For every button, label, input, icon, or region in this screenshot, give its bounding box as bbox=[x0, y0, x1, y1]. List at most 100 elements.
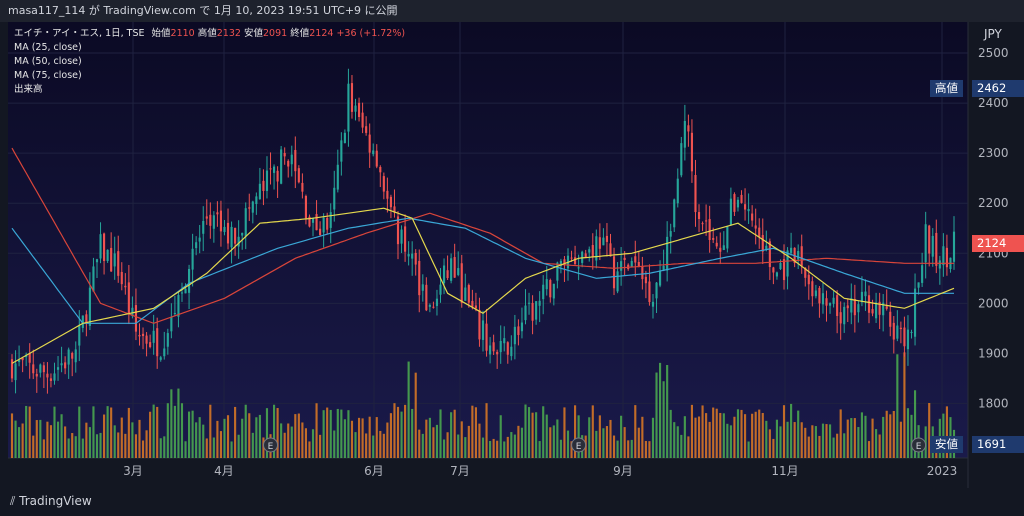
volume-bar bbox=[85, 422, 88, 458]
candle-body bbox=[889, 311, 892, 327]
volume-bar bbox=[782, 405, 786, 458]
volume-bar bbox=[28, 406, 31, 458]
volume-bar bbox=[25, 405, 28, 458]
legend-symbol-row: エイチ・アイ・エス, 1日, TSE 始値2110 高値2132 安値2091 … bbox=[14, 27, 405, 41]
volume-bar bbox=[605, 426, 609, 458]
candle-body bbox=[623, 257, 626, 261]
candle-body bbox=[659, 271, 662, 286]
volume-bar bbox=[828, 424, 832, 458]
volume-bar bbox=[166, 403, 169, 458]
volume-bar bbox=[442, 439, 446, 458]
legend-high: 2132 bbox=[216, 28, 241, 39]
legend-ma50[interactable]: MA (50, close) bbox=[14, 55, 405, 69]
candle-body bbox=[361, 112, 364, 128]
volume-bar bbox=[347, 410, 350, 458]
candle-body bbox=[219, 210, 223, 232]
candle-body bbox=[283, 153, 286, 157]
candle-body bbox=[163, 348, 166, 357]
volume-bar bbox=[460, 421, 463, 458]
legend-ma75[interactable]: MA (75, close) bbox=[14, 69, 405, 83]
volume-bar bbox=[736, 409, 740, 458]
volume-bar bbox=[241, 418, 244, 458]
candle-body bbox=[49, 378, 53, 381]
volume-bar bbox=[205, 438, 208, 458]
volume-bar bbox=[616, 440, 619, 458]
candle-body bbox=[39, 364, 42, 373]
candle-body bbox=[290, 154, 293, 165]
volume-bar bbox=[811, 425, 814, 458]
candle-body bbox=[149, 342, 152, 348]
candle-body bbox=[42, 365, 45, 373]
candle-body bbox=[138, 334, 141, 337]
volume-bar bbox=[722, 413, 725, 458]
volume-bar bbox=[871, 418, 874, 458]
volume-bar bbox=[701, 405, 704, 458]
volume-bar bbox=[120, 417, 123, 458]
volume-bar bbox=[531, 412, 534, 458]
candle-body bbox=[177, 294, 180, 317]
volume-bar bbox=[513, 434, 516, 458]
candle-body bbox=[754, 225, 757, 229]
candle-body bbox=[439, 284, 442, 295]
volume-bar bbox=[478, 423, 481, 458]
volume-bar bbox=[226, 415, 230, 458]
volume-bar bbox=[113, 425, 116, 458]
candle-body bbox=[598, 237, 601, 249]
time-tick-label: 7月 bbox=[450, 464, 470, 478]
candle-body bbox=[800, 246, 803, 266]
candle-body bbox=[772, 267, 775, 273]
candle-body bbox=[432, 306, 435, 308]
legend-volume[interactable]: 出来高 bbox=[14, 83, 405, 97]
candle-body bbox=[134, 305, 138, 332]
earnings-marker-label: E bbox=[916, 442, 922, 452]
volume-bar bbox=[620, 415, 623, 458]
volume-bar bbox=[825, 424, 828, 458]
candle-body bbox=[751, 213, 754, 221]
candle-body bbox=[446, 270, 449, 279]
volume-bar bbox=[527, 407, 531, 458]
candle-body bbox=[556, 262, 559, 281]
candle-body bbox=[644, 276, 647, 284]
volume-bar bbox=[361, 418, 364, 458]
candle-body bbox=[935, 232, 938, 266]
volume-bar bbox=[807, 436, 810, 458]
candle-body bbox=[690, 132, 694, 172]
volume-bar bbox=[184, 441, 187, 458]
volume-bar bbox=[333, 430, 336, 458]
high-label-tag: 高値 bbox=[930, 80, 963, 97]
volume-bar bbox=[287, 423, 290, 458]
candle-body bbox=[294, 149, 297, 172]
candle-body bbox=[712, 237, 715, 240]
volume-bar bbox=[591, 405, 594, 458]
legend-ma25[interactable]: MA (25, close) bbox=[14, 41, 405, 55]
candle-body bbox=[535, 301, 538, 320]
candle-body bbox=[651, 301, 655, 307]
volume-bar bbox=[428, 417, 431, 458]
volume-bar bbox=[74, 436, 77, 458]
candle-body bbox=[195, 242, 198, 249]
candle-body bbox=[867, 295, 871, 313]
legend-close: 2124 bbox=[309, 28, 334, 39]
candle-body bbox=[382, 176, 385, 192]
candle-body bbox=[910, 331, 913, 333]
candle-body bbox=[481, 320, 485, 340]
volume-bar bbox=[21, 423, 24, 458]
candle-body bbox=[612, 256, 616, 289]
volume-bar bbox=[471, 405, 474, 458]
volume-bar bbox=[450, 412, 453, 458]
volume-bar bbox=[485, 403, 488, 458]
volume-bar bbox=[308, 441, 311, 458]
candle-body bbox=[630, 260, 633, 268]
candle-body bbox=[591, 245, 594, 257]
candle-body bbox=[400, 229, 403, 244]
volume-bar bbox=[81, 438, 84, 458]
volume-bar bbox=[319, 434, 322, 458]
tradingview-brand[interactable]: ⫽ TradingView bbox=[10, 494, 92, 509]
volume-bar bbox=[216, 420, 219, 458]
candle-body bbox=[917, 282, 920, 288]
candle-body bbox=[478, 309, 481, 340]
candle-body bbox=[92, 266, 95, 292]
low-value-tag: 1691 bbox=[972, 436, 1024, 453]
candle-body bbox=[871, 309, 874, 314]
volume-bar bbox=[860, 412, 863, 458]
